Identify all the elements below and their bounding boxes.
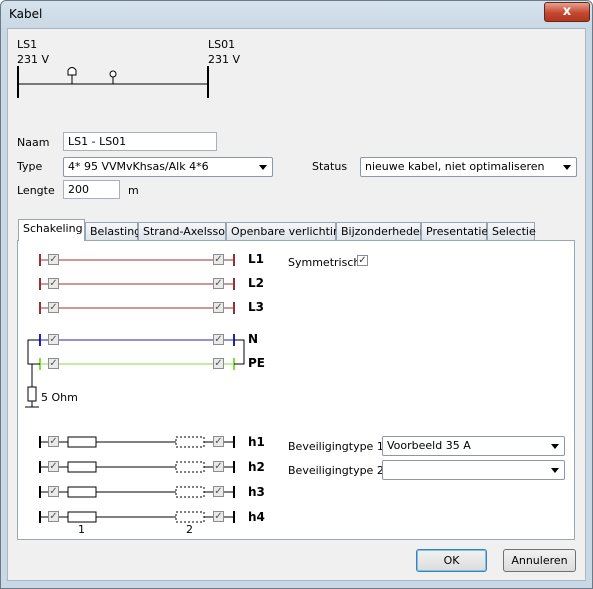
tab-strand-axelsson[interactable]: Strand-Axelsson: [138, 222, 232, 240]
h4-start-checkbox[interactable]: ✓: [48, 511, 59, 522]
symmetrisch-checkbox[interactable]: ✓: [357, 255, 368, 266]
phase-label-l1: L1: [248, 252, 264, 266]
type-select-value: 4* 95 VVMvKhsas/Alk 4*6: [68, 160, 209, 173]
tab-belasting[interactable]: Belasting: [85, 222, 141, 240]
phase-label-n: N: [248, 332, 259, 346]
n-end-checkbox[interactable]: ✓: [213, 334, 224, 345]
pe-start-checkbox[interactable]: ✓: [48, 358, 59, 369]
h2-start-checkbox[interactable]: ✓: [48, 461, 59, 472]
fuse-column-label-2: 2: [186, 523, 193, 536]
beveiligingtype2-label: Beveiligingtype 2: [288, 464, 384, 477]
chevron-down-icon: [259, 165, 267, 170]
h4-end-checkbox[interactable]: ✓: [213, 511, 224, 522]
type-label: Type: [17, 160, 43, 173]
l3-end-checkbox[interactable]: ✓: [213, 302, 224, 313]
phase-label-pe: PE: [248, 356, 265, 370]
h3-end-checkbox[interactable]: ✓: [213, 486, 224, 497]
beveiligingtype1-value: Voorbeeld 35 A: [387, 439, 471, 452]
pe-end-checkbox[interactable]: ✓: [213, 358, 224, 369]
naam-label: Naam: [17, 136, 50, 149]
status-select[interactable]: nieuwe kabel, niet optimaliseren: [360, 157, 577, 177]
to-node-name: LS01: [208, 38, 236, 51]
beveiligingtype1-label: Beveiligingtype 1: [288, 440, 384, 453]
tab-schakeling[interactable]: Schakeling: [18, 219, 85, 241]
cable-line-diagram: [17, 66, 209, 98]
l3-start-checkbox[interactable]: ✓: [48, 302, 59, 313]
cancel-button[interactable]: Annuleren: [503, 549, 576, 572]
window-title: Kabel: [9, 7, 43, 21]
phase-label-l3: L3: [248, 300, 264, 314]
status-label: Status: [312, 160, 348, 173]
h1-end-checkbox[interactable]: ✓: [213, 436, 224, 447]
phase-label-l2: L2: [248, 276, 264, 290]
chevron-down-icon: [563, 165, 571, 170]
lengte-unit: m: [128, 184, 139, 197]
n-start-checkbox[interactable]: ✓: [48, 334, 59, 345]
tab-selectie[interactable]: Selectie: [487, 222, 536, 240]
h2-end-checkbox[interactable]: ✓: [213, 461, 224, 472]
l2-end-checkbox[interactable]: ✓: [213, 278, 224, 289]
h-label-h1: h1: [248, 435, 265, 449]
l2-start-checkbox[interactable]: ✓: [48, 278, 59, 289]
lengte-label: Lengte: [17, 184, 55, 197]
chevron-down-icon: [551, 468, 559, 473]
status-select-value: nieuwe kabel, niet optimaliseren: [365, 160, 545, 173]
l1-start-checkbox[interactable]: ✓: [48, 254, 59, 265]
h3-start-checkbox[interactable]: ✓: [48, 486, 59, 497]
lengte-input[interactable]: 200: [63, 180, 120, 199]
naam-input[interactable]: LS1 - LS01: [63, 132, 217, 151]
l1-end-checkbox[interactable]: ✓: [213, 254, 224, 265]
close-button[interactable]: x: [544, 2, 590, 22]
h-label-h4: h4: [248, 510, 265, 524]
h1-start-checkbox[interactable]: ✓: [48, 436, 59, 447]
type-select[interactable]: 4* 95 VVMvKhsas/Alk 4*6: [63, 157, 273, 177]
from-node-name: LS1: [17, 38, 38, 51]
beveiligingtype2-select[interactable]: [382, 460, 565, 480]
tab-presentatie[interactable]: Presentatie: [421, 222, 488, 240]
earth-resistance-label: 5 Ohm: [41, 391, 78, 404]
chevron-down-icon: [551, 444, 559, 449]
tab-bijzonderheden[interactable]: Bijzonderheden: [336, 222, 427, 240]
tab-openbare-verlichting[interactable]: Openbare verlichting: [226, 222, 347, 240]
symmetrisch-label: Symmetrisch: [288, 256, 361, 269]
beveiligingtype1-select[interactable]: Voorbeeld 35 A: [382, 436, 565, 456]
h-label-h3: h3: [248, 485, 265, 499]
ok-button[interactable]: OK: [416, 549, 487, 572]
h-label-h2: h2: [248, 460, 265, 474]
fuse-column-label-1: 1: [78, 523, 85, 536]
